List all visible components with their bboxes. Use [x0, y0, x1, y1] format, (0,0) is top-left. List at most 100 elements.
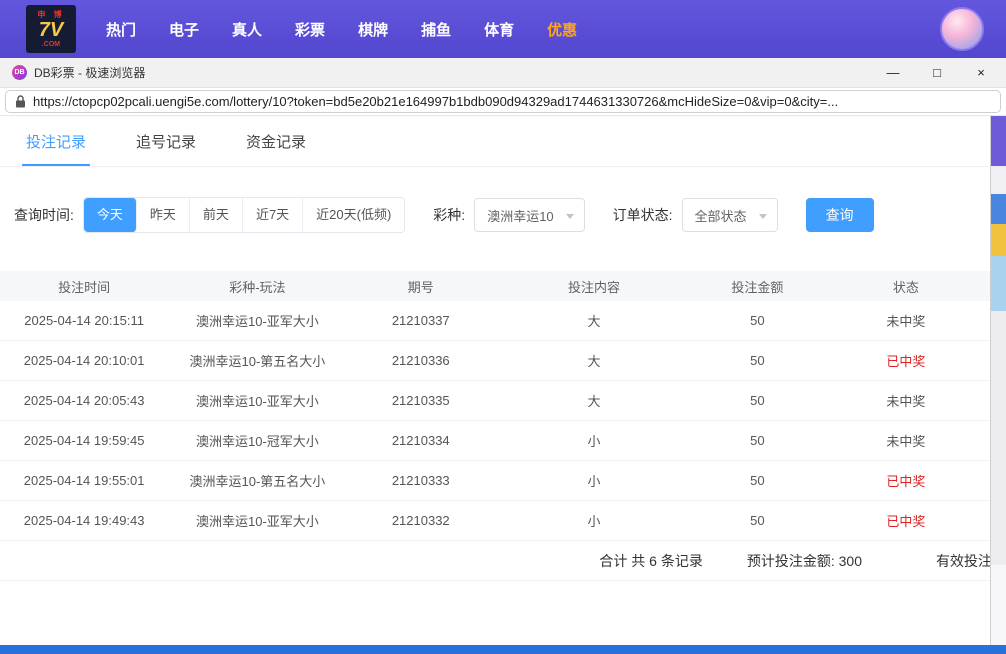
order-status-label: 订单状态:: [613, 205, 673, 225]
nav-item[interactable]: 捕鱼: [421, 19, 451, 40]
column-header: 投注内容: [495, 277, 693, 296]
game-play: 澳洲幸运10-亚军大小: [168, 391, 346, 410]
edge-strip-segment: [991, 194, 1006, 224]
game-play: 澳洲幸运10-亚军大小: [168, 511, 346, 530]
edge-strip-segment: [991, 311, 1006, 565]
bet-amount: 50: [693, 353, 822, 368]
user-avatar[interactable]: [940, 7, 984, 51]
tab-fund-records[interactable]: 资金记录: [242, 116, 310, 166]
bet-content: 小: [495, 431, 693, 450]
lottery-select-value: 澳洲幸运10: [487, 206, 553, 225]
bet-status: 未中奖: [822, 391, 990, 410]
close-button[interactable]: ×: [972, 65, 990, 80]
edge-strip-segment: [991, 166, 1006, 194]
issue-number: 21210333: [346, 473, 495, 488]
nav-item[interactable]: 真人: [232, 19, 262, 40]
time-filter-label: 查询时间:: [14, 205, 74, 225]
time-option[interactable]: 近20天(低频): [303, 198, 404, 232]
column-header: 投注金额: [693, 277, 822, 296]
url-box[interactable]: https://ctopcp02pcali.uengi5e.com/lotter…: [5, 90, 1001, 113]
order-status-value: 全部状态: [695, 206, 747, 225]
time-option[interactable]: 昨天: [137, 198, 190, 232]
game-play: 澳洲幸运10-亚军大小: [168, 311, 346, 330]
bet-content: 大: [495, 351, 693, 370]
browser-titlebar: DB DB彩票 - 极速浏览器 — □ ×: [0, 58, 1006, 88]
bet-amount: 50: [693, 513, 822, 528]
lottery-filter-label: 彩种:: [433, 205, 465, 225]
table-row: 2025-04-14 19:59:45澳洲幸运10-冠军大小21210334小5…: [0, 421, 990, 461]
time-filter-group: 今天昨天前天近7天近20天(低频): [83, 197, 405, 233]
column-header: 彩种-玩法: [168, 277, 346, 296]
edge-strip-segment: [991, 224, 1006, 256]
bet-time: 2025-04-14 19:49:43: [0, 513, 168, 528]
site-logo[interactable]: 申 博 7V .COM: [26, 5, 76, 53]
chevron-down-icon: [759, 214, 767, 219]
logo-text-top: 申 博: [37, 11, 64, 19]
lottery-select[interactable]: 澳洲幸运10: [474, 198, 584, 232]
issue-number: 21210337: [346, 313, 495, 328]
bet-content: 大: [495, 391, 693, 410]
lock-icon: [15, 95, 26, 108]
summary-total: 合计 共 6 条记录: [599, 551, 702, 571]
browser-tab-icon: DB: [12, 65, 27, 80]
bet-status: 未中奖: [822, 311, 990, 330]
chevron-down-icon: [566, 214, 574, 219]
table-row: 2025-04-14 19:55:01澳洲幸运10-第五名大小21210333小…: [0, 461, 990, 501]
bet-time: 2025-04-14 19:59:45: [0, 433, 168, 448]
browser-addressbar: https://ctopcp02pcali.uengi5e.com/lotter…: [0, 88, 1006, 116]
table-body: 2025-04-14 20:15:11澳洲幸运10-亚军大小21210337大5…: [0, 301, 990, 541]
tab-bet-records[interactable]: 投注记录: [22, 116, 90, 166]
logo-text-suffix: .COM: [42, 41, 60, 48]
logo-text-main: 7V: [39, 20, 63, 40]
time-option[interactable]: 前天: [190, 198, 243, 232]
minimize-button[interactable]: —: [884, 65, 902, 80]
bet-time: 2025-04-14 20:15:11: [0, 313, 168, 328]
nav-item[interactable]: 热门: [106, 19, 136, 40]
game-play: 澳洲幸运10-第五名大小: [168, 471, 346, 490]
bet-amount: 50: [693, 473, 822, 488]
issue-number: 21210332: [346, 513, 495, 528]
bet-status: 已中奖: [822, 471, 990, 490]
page-content: 投注记录 追号记录 资金记录 查询时间: 今天昨天前天近7天近20天(低频) 彩…: [0, 116, 990, 645]
game-play: 澳洲幸运10-冠军大小: [168, 431, 346, 450]
table-row: 2025-04-14 20:05:43澳洲幸运10-亚军大小21210335大5…: [0, 381, 990, 421]
time-option[interactable]: 近7天: [243, 198, 303, 232]
table-row: 2025-04-14 19:49:43澳洲幸运10-亚军大小21210332小5…: [0, 501, 990, 541]
time-option[interactable]: 今天: [84, 198, 137, 232]
order-status-select[interactable]: 全部状态: [682, 198, 778, 232]
nav-item[interactable]: 电子: [169, 19, 199, 40]
edge-strip-segment: [991, 565, 1006, 645]
tab-chase-records[interactable]: 追号记录: [132, 116, 200, 166]
game-play: 澳洲幸运10-第五名大小: [168, 351, 346, 370]
maximize-button[interactable]: □: [928, 65, 946, 80]
summary-expected-amount: 预计投注金额: 300: [747, 551, 862, 571]
nav-item[interactable]: 优惠: [547, 19, 577, 40]
issue-number: 21210334: [346, 433, 495, 448]
bet-content: 大: [495, 311, 693, 330]
issue-number: 21210335: [346, 393, 495, 408]
summary-valid-amount: 有效投注金额: [936, 551, 990, 571]
bet-time: 2025-04-14 19:55:01: [0, 473, 168, 488]
site-nav: 申 博 7V .COM 热门 电子 真人 彩票 棋牌 捕鱼 体育 优惠: [0, 0, 1006, 58]
table-row: 2025-04-14 20:10:01澳洲幸运10-第五名大小21210336大…: [0, 341, 990, 381]
nav-item[interactable]: 体育: [484, 19, 514, 40]
page-edge-strip: [990, 116, 1006, 645]
window-controls: — □ ×: [884, 65, 994, 80]
bet-status: 已中奖: [822, 511, 990, 530]
column-header: 期号: [346, 277, 495, 296]
issue-number: 21210336: [346, 353, 495, 368]
column-header: 状态: [822, 277, 990, 296]
bet-status: 已中奖: [822, 351, 990, 370]
nav-item[interactable]: 棋牌: [358, 19, 388, 40]
table-row: 2025-04-14 20:15:11澳洲幸运10-亚军大小21210337大5…: [0, 301, 990, 341]
query-button[interactable]: 查询: [806, 198, 874, 232]
bet-amount: 50: [693, 433, 822, 448]
table-header-row: 投注时间彩种-玩法期号投注内容投注金额状态: [0, 271, 990, 301]
column-header: 投注时间: [0, 277, 168, 296]
url-text: https://ctopcp02pcali.uengi5e.com/lotter…: [33, 94, 838, 109]
bet-time: 2025-04-14 20:10:01: [0, 353, 168, 368]
bet-content: 小: [495, 511, 693, 530]
bet-amount: 50: [693, 313, 822, 328]
bet-time: 2025-04-14 20:05:43: [0, 393, 168, 408]
nav-item[interactable]: 彩票: [295, 19, 325, 40]
